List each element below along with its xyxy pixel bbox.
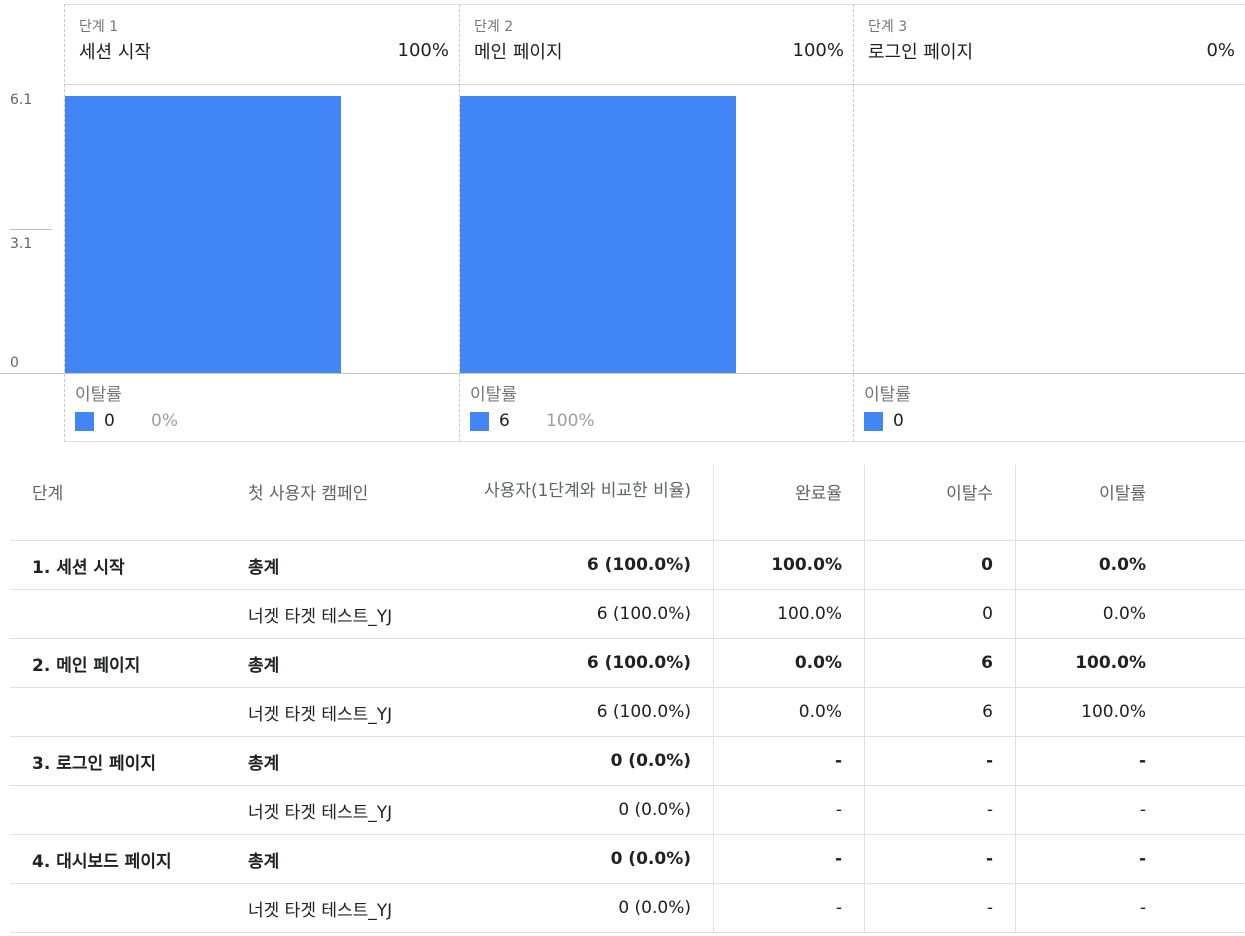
dropoff-count: 0 xyxy=(893,411,904,431)
funnel-bar[interactable] xyxy=(460,95,736,373)
step-cell: 2. 메인 페이지 xyxy=(32,655,141,676)
dropoff-count-cell: - xyxy=(865,737,1016,785)
dropoff-rate: 100% xyxy=(546,411,595,431)
dropoff-rate: 0% xyxy=(151,411,178,431)
step-number: 단계 2 xyxy=(474,19,514,35)
dropoff-count: 0 xyxy=(104,411,115,431)
y-gridmark xyxy=(10,229,52,230)
step-number: 단계 1 xyxy=(79,19,119,35)
step-cell xyxy=(10,688,226,736)
step-percent: 100% xyxy=(397,40,449,61)
users-cell: 6 (100.0%) xyxy=(441,541,714,589)
users-cell: 6 (100.0%) xyxy=(441,639,714,687)
users-cell: 6 (100.0%) xyxy=(441,688,714,736)
legend-swatch xyxy=(864,411,883,431)
users-cell: 6 (100.0%) xyxy=(441,590,714,638)
users-cell: 0 (0.0%) xyxy=(441,884,714,932)
completion-rate-cell: 100.0% xyxy=(714,590,865,638)
completion-rate-cell: - xyxy=(714,786,865,834)
funnel-table: 단계 첫 사용자 캠페인 사용자(1단계와 비교한 비율) 완료율 이탈수 이탈… xyxy=(10,465,1245,933)
table-row[interactable]: 1. 세션 시작 총계 6 (100.0%) 100.0% 0 0.0% xyxy=(10,541,1245,590)
y-tick-label: 0 xyxy=(10,355,19,371)
dropoff-count-cell: - xyxy=(865,884,1016,932)
campaign-cell: 총계 xyxy=(248,851,280,872)
table-row[interactable]: 너겟 타겟 테스트_YJ 6 (100.0%) 100.0% 0 0.0% xyxy=(10,590,1245,639)
column-header[interactable]: 사용자(1단계와 비교한 비율) xyxy=(441,465,714,540)
dropoff-rate-cell: 0.0% xyxy=(1102,604,1146,624)
campaign-cell: 너겟 타겟 테스트_YJ xyxy=(248,704,393,725)
funnel-chart: 6.1 3.1 0 단계 1 세션 시작 100% 단계 2 메인 페이지 10… xyxy=(0,0,1245,445)
users-cell: 0 (0.0%) xyxy=(441,835,714,883)
dropoff-rate-cell: - xyxy=(1139,800,1146,820)
table-body: 1. 세션 시작 총계 6 (100.0%) 100.0% 0 0.0% 너겟 타겟 테스트… xyxy=(10,541,1245,933)
table-row[interactable]: 3. 로그인 페이지 총계 0 (0.0%) - - - xyxy=(10,737,1245,786)
step-percent: 100% xyxy=(792,40,844,61)
step-divider xyxy=(853,4,854,442)
completion-rate-cell: - xyxy=(714,835,865,883)
step-cell xyxy=(10,590,226,638)
campaign-cell: 총계 xyxy=(248,753,280,774)
funnel-bar[interactable] xyxy=(65,95,341,373)
dropoff-rate-cell: 100.0% xyxy=(1075,653,1146,673)
legend-swatch xyxy=(470,411,489,431)
table-row[interactable]: 너겟 타겟 테스트_YJ 0 (0.0%) - - - xyxy=(10,786,1245,835)
dropoff-count-cell: 6 xyxy=(865,639,1016,687)
dropoff-rate-cell: 0.0% xyxy=(1098,555,1146,575)
table-row[interactable]: 2. 메인 페이지 총계 6 (100.0%) 0.0% 6 100.0% xyxy=(10,639,1245,688)
dropoff-summary: 이탈률 6 100% xyxy=(470,380,595,431)
y-tick-label: 6.1 xyxy=(10,92,33,108)
step-cell: 1. 세션 시작 xyxy=(32,557,125,578)
dropoff-count-cell: 6 xyxy=(865,688,1016,736)
dropoff-label: 이탈률 xyxy=(864,385,911,405)
step-name: 로그인 페이지 xyxy=(868,42,974,63)
step-number: 단계 3 xyxy=(868,19,908,35)
dropoff-rate-cell: 100.0% xyxy=(1081,702,1146,722)
step-cell xyxy=(10,884,226,932)
users-cell: 0 (0.0%) xyxy=(441,737,714,785)
campaign-cell: 너겟 타겟 테스트_YJ xyxy=(248,606,393,627)
dropoff-label: 이탈률 xyxy=(75,385,122,405)
dropoff-count-cell: - xyxy=(865,835,1016,883)
campaign-cell: 총계 xyxy=(248,655,280,676)
column-header[interactable]: 이탈수 xyxy=(865,465,1016,540)
dropoff-summary: 이탈률 0 0% xyxy=(75,380,178,431)
y-tick-label: 3.1 xyxy=(10,236,33,252)
dropoff-count-cell: 0 xyxy=(865,590,1016,638)
table-row[interactable]: 너겟 타겟 테스트_YJ 0 (0.0%) - - - xyxy=(10,884,1245,933)
table-header-row: 단계 첫 사용자 캠페인 사용자(1단계와 비교한 비율) 완료율 이탈수 이탈… xyxy=(10,465,1245,541)
column-header[interactable]: 완료율 xyxy=(714,465,865,540)
completion-rate-cell: - xyxy=(714,884,865,932)
campaign-cell: 너겟 타겟 테스트_YJ xyxy=(248,900,393,921)
step-name: 메인 페이지 xyxy=(474,42,563,63)
legend-swatch xyxy=(75,411,94,431)
step-percent: 0% xyxy=(1206,40,1235,61)
users-cell: 0 (0.0%) xyxy=(441,786,714,834)
dropoff-label: 이탈률 xyxy=(470,385,517,405)
column-header[interactable]: 첫 사용자 캠페인 xyxy=(226,465,441,540)
step-cell xyxy=(10,786,226,834)
campaign-cell: 총계 xyxy=(248,557,280,578)
completion-rate-cell: 0.0% xyxy=(714,688,865,736)
column-header[interactable]: 단계 xyxy=(10,465,226,540)
step-cell: 4. 대시보드 페이지 xyxy=(32,851,172,872)
completion-rate-cell: 0.0% xyxy=(714,639,865,687)
table-row[interactable]: 너겟 타겟 테스트_YJ 6 (100.0%) 0.0% 6 100.0% xyxy=(10,688,1245,737)
dropoff-count-cell: - xyxy=(865,786,1016,834)
dropoff-rate-cell: - xyxy=(1138,751,1146,771)
column-header[interactable]: 이탈률 xyxy=(1016,465,1168,540)
dropoff-count-cell: 0 xyxy=(865,541,1016,589)
dropoff-count: 6 xyxy=(499,411,510,431)
completion-rate-cell: - xyxy=(714,737,865,785)
funnel-step-3[interactable]: 단계 3 로그인 페이지 0% xyxy=(853,4,1245,442)
completion-rate-cell: 100.0% xyxy=(714,541,865,589)
dropoff-rate-cell: - xyxy=(1139,898,1146,918)
table-row[interactable]: 4. 대시보드 페이지 총계 0 (0.0%) - - - xyxy=(10,835,1245,884)
campaign-cell: 너겟 타겟 테스트_YJ xyxy=(248,802,393,823)
dropoff-rate-cell: - xyxy=(1138,849,1146,869)
dropoff-summary: 이탈률 0 xyxy=(864,380,940,431)
step-name: 세션 시작 xyxy=(79,42,151,63)
step-cell: 3. 로그인 페이지 xyxy=(32,753,156,774)
